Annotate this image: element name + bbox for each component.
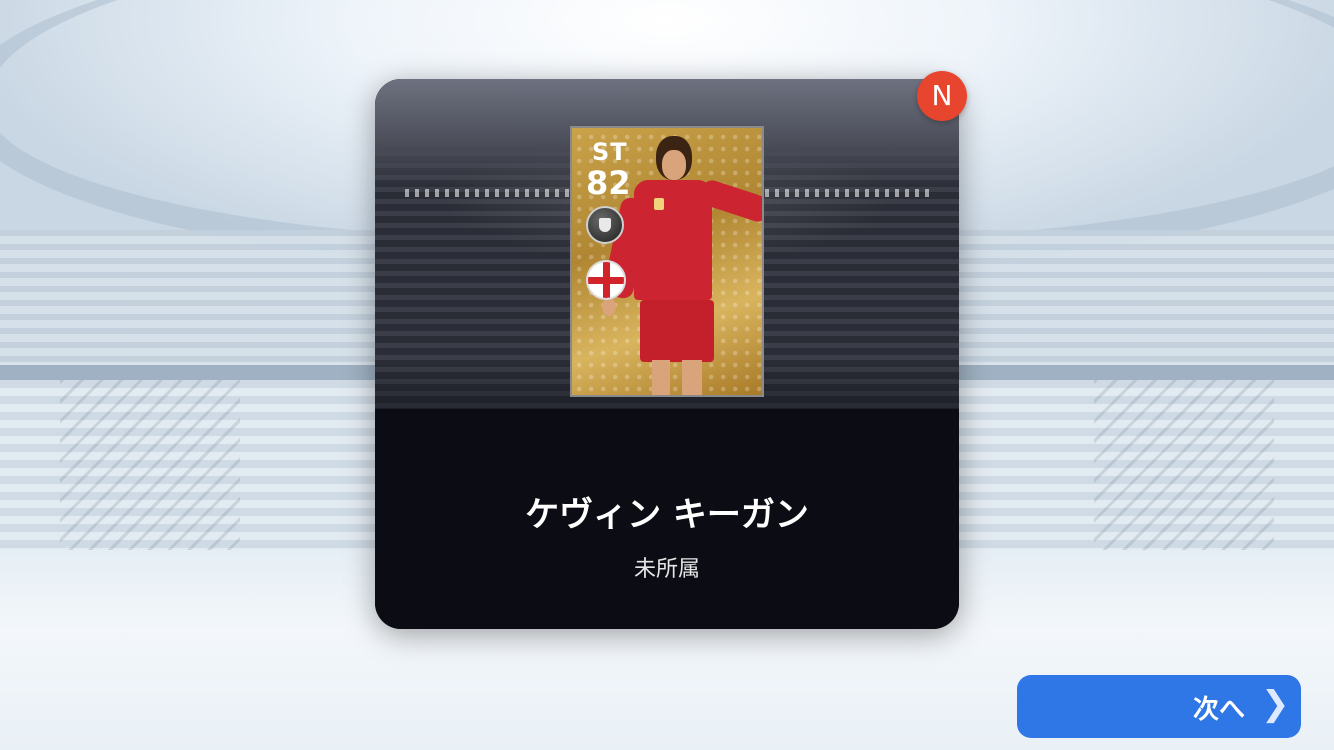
stadium-stairs-right <box>1094 380 1274 550</box>
player-rating: 82 <box>586 164 631 202</box>
next-button[interactable]: 次へ ❯ <box>1017 675 1301 738</box>
player-name: ケヴィン キーガン <box>525 495 809 535</box>
player-position: ST <box>592 138 628 166</box>
club-crest-icon <box>586 206 624 244</box>
player-figure-face <box>662 150 686 180</box>
stadium-stairs-left <box>60 380 240 550</box>
next-button-label: 次へ <box>1193 695 1246 725</box>
england-flag-icon <box>586 260 626 300</box>
player-acquired-modal: ST 82 ケヴィン キーガン 未所属 <box>375 79 959 629</box>
player-figure-shorts <box>640 300 714 362</box>
player-club: 未所属 <box>633 557 700 582</box>
player-card[interactable]: ST 82 <box>570 126 764 397</box>
chevron-right-icon: ❯ <box>1261 684 1290 724</box>
new-badge: N <box>917 71 967 121</box>
stadium-lights-right <box>755 189 935 197</box>
shirt-crest-icon <box>654 198 664 210</box>
stadium-lights-left <box>405 189 585 197</box>
player-figure-legs <box>652 360 702 395</box>
player-figure-hand <box>602 298 616 316</box>
